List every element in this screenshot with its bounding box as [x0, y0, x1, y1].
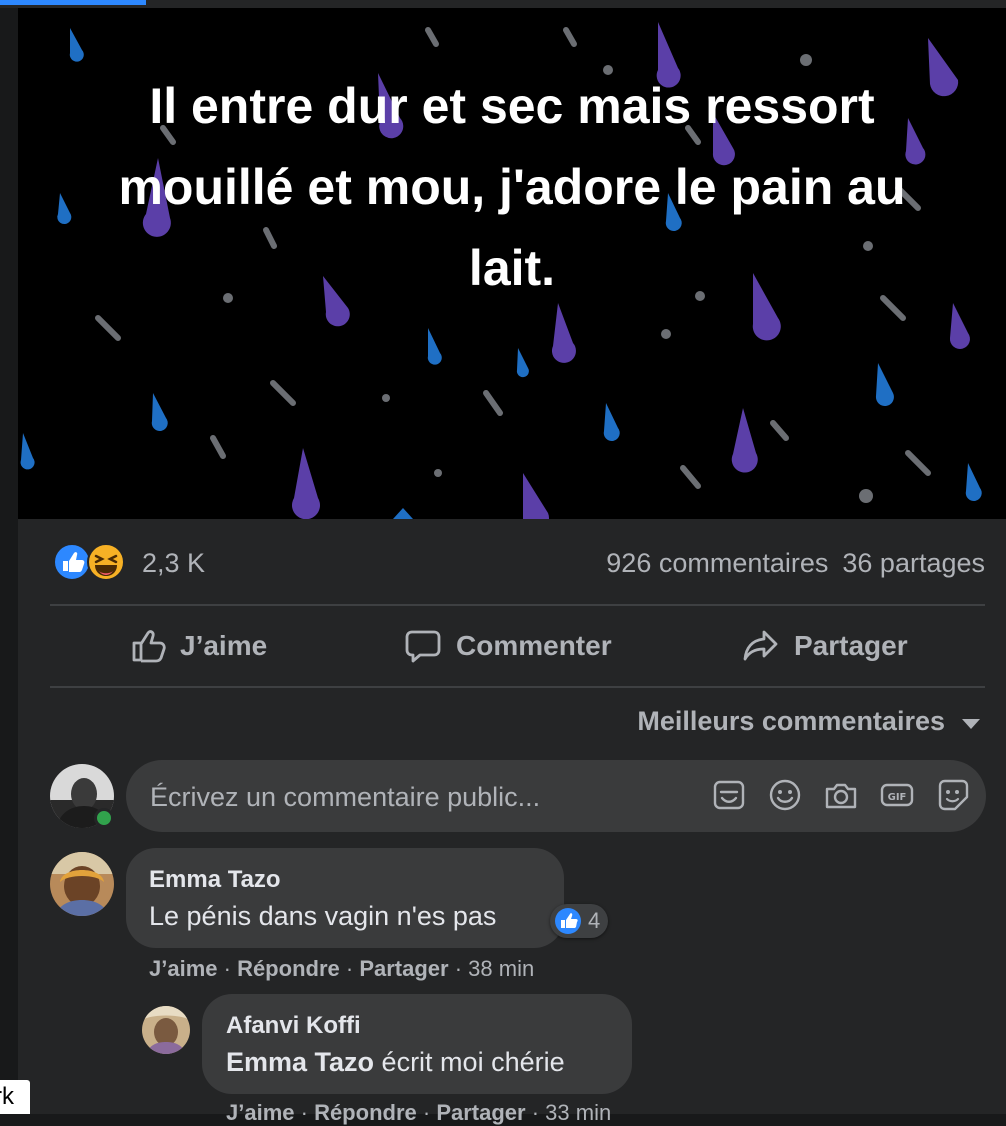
comment-button[interactable]: Commenter: [404, 606, 612, 686]
top-bar: [0, 0, 1006, 8]
commenter-avatar[interactable]: [50, 852, 114, 916]
reply-author[interactable]: Afanvi Koffi: [226, 1012, 361, 1040]
comment-reaction-count: 4: [588, 908, 601, 933]
emoji-icon[interactable]: [768, 778, 802, 812]
gif-icon[interactable]: GIF: [880, 778, 914, 812]
reply-share-link[interactable]: Partager: [436, 1100, 525, 1125]
like-button[interactable]: J’aime: [130, 606, 267, 686]
sticker-icon[interactable]: [712, 778, 746, 812]
svg-text:GIF: GIF: [888, 792, 907, 803]
comment-input[interactable]: [148, 774, 692, 820]
online-status-indicator: [94, 808, 114, 828]
comment-text: Le pénis dans vagin n'es pas: [149, 901, 497, 931]
reply-like-link[interactable]: J’aime: [226, 1100, 295, 1125]
reply-reply-link[interactable]: Répondre: [314, 1100, 417, 1125]
reply-mention[interactable]: Emma Tazo: [226, 1047, 374, 1077]
comment-reply-link[interactable]: Répondre: [237, 956, 340, 981]
reaction-count[interactable]: 2,3 K: [142, 548, 205, 579]
comment-bubble: [126, 848, 564, 948]
reply-text-body: écrit moi chérie: [374, 1047, 565, 1077]
share-button[interactable]: Partager: [742, 606, 908, 686]
share-count[interactable]: 36 partages: [842, 548, 985, 578]
camera-icon[interactable]: [824, 778, 858, 812]
speech-bubble-icon: [404, 628, 442, 664]
caret-down-icon: [961, 706, 981, 737]
post-actions: J’aime Commenter Partager: [50, 606, 985, 686]
comment-label: Commenter: [456, 630, 612, 661]
comment-author[interactable]: Emma Tazo: [149, 866, 281, 894]
comment-sort-dropdown[interactable]: Meilleurs commentaires: [637, 706, 981, 737]
divider: [50, 686, 985, 688]
left-gutter: [0, 0, 18, 1114]
loading-progress-bar: [0, 0, 146, 5]
share-label: Partager: [794, 630, 908, 661]
comment-timestamp[interactable]: 38 min: [468, 956, 534, 981]
like-reaction-icon: [555, 908, 581, 934]
comment-like-link[interactable]: J’aime: [149, 956, 218, 981]
post-text: Il entre dur et sec mais ressort mouillé…: [118, 78, 906, 296]
avatar-sticker-icon[interactable]: [936, 778, 970, 812]
external-window-tab[interactable]: rk: [0, 1080, 30, 1114]
reply-timestamp[interactable]: 33 min: [545, 1100, 611, 1125]
reply-text: Emma Tazo écrit moi chérie: [226, 1047, 565, 1078]
sort-label: Meilleurs commentaires: [637, 706, 945, 736]
thumbs-up-icon: [130, 628, 166, 664]
comment-actions: J’aime · Répondre · Partager · 38 min: [149, 956, 535, 981]
reply-actions: J’aime · Répondre · Partager · 33 min: [226, 1100, 612, 1125]
reply-author-avatar[interactable]: [142, 1006, 190, 1054]
reply-bubble: [202, 994, 632, 1094]
comment-composer[interactable]: GIF: [126, 760, 986, 832]
comment-reaction-badge[interactable]: 4: [550, 904, 609, 938]
comment-count[interactable]: 926 commentaires: [606, 548, 828, 578]
like-label: J’aime: [180, 630, 268, 661]
share-arrow-icon: [742, 628, 780, 664]
reaction-icons[interactable]: [52, 542, 128, 582]
comment-share-link[interactable]: Partager: [359, 956, 448, 981]
post-background-image: Il entre dur et sec mais ressort mouillé…: [18, 8, 1006, 519]
post-stats: 2,3 K 926 commentaires 36 partages: [50, 542, 985, 582]
post-card: Il entre dur et sec mais ressort mouillé…: [18, 8, 1006, 1125]
